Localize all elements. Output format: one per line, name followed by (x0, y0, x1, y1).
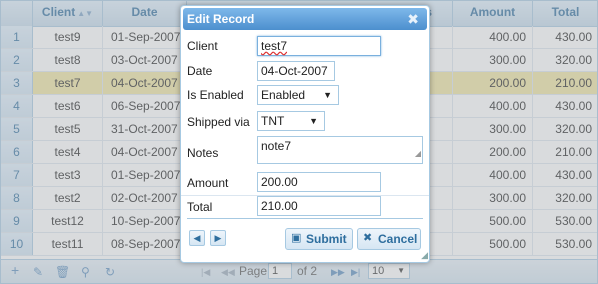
submit-button[interactable]: ▣ Submit (285, 228, 353, 250)
chevron-down-icon: ▼ (323, 90, 332, 100)
prev-record-button[interactable]: ◀ (189, 230, 205, 246)
amount-label: Amount (187, 176, 229, 190)
date-label: Date (187, 64, 213, 78)
client-field[interactable]: test7 (257, 36, 381, 56)
next-record-button[interactable]: ▶ (210, 230, 226, 246)
divider (187, 218, 423, 219)
shipped-value: TNT (261, 114, 285, 128)
save-icon: ▣ (291, 232, 302, 244)
amount-field[interactable]: 200.00 (257, 172, 381, 192)
dialog-title: Edit Record (187, 12, 255, 26)
chevron-down-icon: ▼ (309, 116, 318, 126)
dialog-resize-icon[interactable]: ◢ (421, 250, 428, 261)
total-label: Total (187, 200, 213, 214)
shipped-label: Shipped via (187, 115, 250, 129)
dialog-titlebar[interactable]: Edit Record ✖ (183, 8, 427, 30)
resize-handle-icon[interactable]: ◢ (415, 145, 421, 163)
date-field[interactable]: 04-Oct-2007 (257, 61, 335, 81)
notes-value: note7 (261, 139, 292, 153)
total-field[interactable]: 210.00 (257, 196, 381, 216)
total-value: 210.00 (261, 199, 298, 213)
client-label: Client (187, 39, 218, 53)
close-icon[interactable]: ✖ (407, 8, 419, 30)
chevron-right-icon: ▶ (214, 233, 222, 243)
submit-label: Submit (306, 232, 347, 246)
shipped-select[interactable]: TNT ▼ (257, 111, 325, 131)
edit-record-dialog: Edit Record ✖ Client test7 Date 04-Oct-2… (180, 5, 430, 263)
cancel-button[interactable]: ✖ Cancel (357, 228, 421, 250)
enabled-select[interactable]: Enabled ▼ (257, 85, 339, 105)
close-icon: ✖ (363, 232, 373, 244)
enabled-label: Is Enabled (187, 88, 244, 102)
cancel-label: Cancel (378, 232, 418, 246)
notes-textarea[interactable]: note7 ◢ (257, 136, 423, 164)
client-value: test7 (261, 39, 288, 53)
amount-value: 200.00 (261, 175, 298, 189)
notes-label: Notes (187, 146, 219, 160)
enabled-value: Enabled (261, 88, 306, 102)
date-value: 04-Oct-2007 (261, 64, 328, 78)
chevron-left-icon: ◀ (193, 233, 201, 243)
